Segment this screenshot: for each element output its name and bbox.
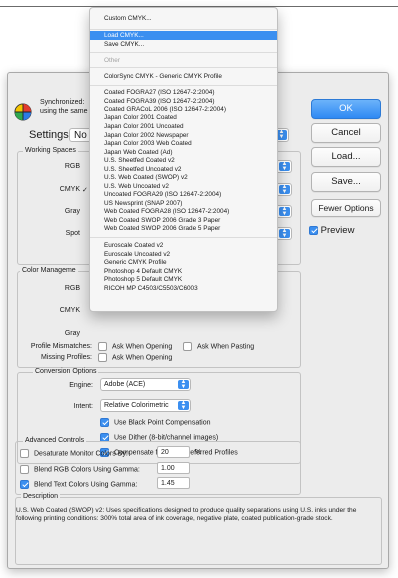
engine-value: Adobe (ACE) <box>104 381 146 388</box>
conversion-options-title: Conversion Options <box>33 368 99 375</box>
advanced-controls-title: Advanced Controls <box>23 437 87 444</box>
description-title: Description <box>21 493 61 500</box>
blend-rgb-row[interactable]: Blend RGB Colors Using Gamma: <box>20 465 140 474</box>
chevron-updown-icon: ▲ ▼ <box>279 184 290 195</box>
settings-value: No <box>74 130 87 141</box>
menu-header-other: Other <box>104 57 120 64</box>
menu-item-profile[interactable]: Japan Color 2001 Coated <box>90 113 277 122</box>
preview-checkbox-row[interactable]: Preview <box>309 225 354 236</box>
mp-ask-open-label: Ask When Opening <box>112 354 173 362</box>
menu-separator <box>90 29 277 30</box>
menu-item-save-cmyk[interactable]: Save CMYK... <box>90 40 277 49</box>
menu-item-profile[interactable]: U.S. Web Coated (SWOP) v2 <box>90 173 277 182</box>
menu-separator <box>90 67 277 68</box>
chevron-updown-icon: ▲ ▼ <box>178 400 189 411</box>
menu-separator <box>90 85 277 86</box>
engine-label: Engine: <box>69 382 93 389</box>
ok-button[interactable]: OK <box>311 99 381 119</box>
mp-ask-open-checkbox[interactable] <box>98 353 107 362</box>
menu-item-load-cmyk[interactable]: Load CMYK... <box>90 31 277 40</box>
ws-spot-label: Spot <box>65 230 80 237</box>
intent-value: Relative Colorimetric <box>104 402 169 409</box>
cmyk-profile-menu: Custom CMYK... Load CMYK... Save CMYK...… <box>89 7 278 312</box>
menu-separator <box>90 52 277 53</box>
preview-checkbox[interactable] <box>309 225 318 235</box>
menu-item-profile[interactable]: Uncoated FOGRA29 (ISO 12647-2:2004) <box>90 190 277 199</box>
intent-label: Intent: <box>73 403 93 410</box>
cancel-button[interactable]: Cancel <box>311 123 381 143</box>
ws-cmyk-label: CMYK <box>59 186 80 193</box>
blend-rgb-field[interactable]: 1.00 <box>157 462 190 474</box>
pm-ask-open-checkbox[interactable] <box>98 342 107 351</box>
black-point-checkbox[interactable] <box>100 418 109 427</box>
pm-ask-open-label: Ask When Opening <box>112 343 173 351</box>
black-point-label: Use Black Point Compensation <box>114 419 211 427</box>
pm-ask-paste-checkbox[interactable] <box>183 342 192 351</box>
menu-item-profile[interactable]: Japan Color 2001 Uncoated <box>90 122 277 131</box>
desaturate-unit: % <box>195 449 202 456</box>
cm-rgb-label: RGB <box>64 285 80 292</box>
menu-item-profile[interactable]: Euroscale Coated v2 <box>90 241 277 250</box>
menu-item-profile[interactable]: Japan Color 2003 Web Coated <box>90 139 277 148</box>
menu-item-profile[interactable]: Web Coated FOGRA28 (ISO 12647-2:2004) <box>90 207 277 216</box>
cm-cmyk-label: CMYK <box>59 307 80 314</box>
desaturate-row[interactable]: Desaturate Monitor Colors By: <box>20 449 128 458</box>
mp-ask-open-row[interactable]: Ask When Opening <box>98 353 172 362</box>
menu-item-profile[interactable]: Coated FOGRA27 (ISO 12647-2:2004) <box>90 88 277 97</box>
fewer-options-button[interactable]: Fewer Options <box>311 199 381 217</box>
description-text: U.S. Web Coated (SWOP) v2: Uses specific… <box>16 507 357 523</box>
missing-profiles-label: Missing Profiles: <box>41 354 92 361</box>
ws-rgb-label: RGB <box>64 163 80 170</box>
menu-item-profile[interactable]: Photoshop 5 Default CMYK <box>90 275 277 284</box>
load-button[interactable]: Load... <box>311 147 381 167</box>
blend-text-label: Blend Text Colors Using Gamma: <box>34 481 138 489</box>
blend-text-checkbox[interactable] <box>20 480 29 489</box>
desaturate-field[interactable]: 20 <box>157 446 190 458</box>
working-spaces-title: Working Spaces <box>23 147 78 154</box>
menu-item-profile[interactable]: Web Coated SWOP 2006 Grade 5 Paper <box>90 224 277 233</box>
menu-separator <box>90 237 277 238</box>
color-wheel-icon <box>14 103 32 121</box>
menu-item-profile[interactable]: RICOH MP C4503/C5503/C6003 <box>90 284 277 293</box>
menu-item-custom-cmyk[interactable]: Custom CMYK... <box>90 14 277 23</box>
pm-ask-paste-row[interactable]: Ask When Pasting <box>183 342 254 351</box>
chevron-updown-icon: ▲ ▼ <box>178 379 189 390</box>
profile-mismatches-label: Profile Mismatches: <box>30 343 92 350</box>
save-button[interactable]: Save... <box>311 172 381 192</box>
menu-item-colorsync-cmyk[interactable]: ColorSync CMYK - Generic CMYK Profile <box>90 72 277 81</box>
chevron-updown-icon: ▲ ▼ <box>279 228 290 239</box>
desaturate-checkbox[interactable] <box>20 449 29 458</box>
blend-text-field[interactable]: 1.45 <box>157 477 190 489</box>
chevron-updown-icon: ▲ ▼ <box>279 206 290 217</box>
blend-text-row[interactable]: Blend Text Colors Using Gamma: <box>20 480 137 489</box>
ws-cmyk-checkmark: ✓ <box>82 187 88 194</box>
pm-ask-open-row[interactable]: Ask When Opening <box>98 342 172 351</box>
color-management-title: Color Manageme <box>20 267 78 274</box>
blend-rgb-checkbox[interactable] <box>20 465 29 474</box>
chevron-updown-icon: ▲ ▼ <box>279 161 290 172</box>
black-point-row[interactable]: Use Black Point Compensation <box>100 418 211 427</box>
menu-item-profile[interactable]: U.S. Sheetfed Coated v2 <box>90 156 277 165</box>
menu-item-profile[interactable]: Generic CMYK Profile <box>90 258 277 267</box>
blend-rgb-label: Blend RGB Colors Using Gamma: <box>34 466 140 474</box>
pm-ask-paste-label: Ask When Pasting <box>197 343 255 351</box>
desaturate-label: Desaturate Monitor Colors By: <box>34 450 128 458</box>
intent-popup[interactable]: Relative Colorimetric ▲ ▼ <box>100 399 191 412</box>
cm-gray-label: Gray <box>64 330 80 337</box>
preview-label: Preview <box>320 225 355 236</box>
settings-label: Settings: <box>29 129 72 141</box>
engine-popup[interactable]: Adobe (ACE) ▲ ▼ <box>100 378 191 391</box>
ws-gray-label: Gray <box>64 208 80 215</box>
